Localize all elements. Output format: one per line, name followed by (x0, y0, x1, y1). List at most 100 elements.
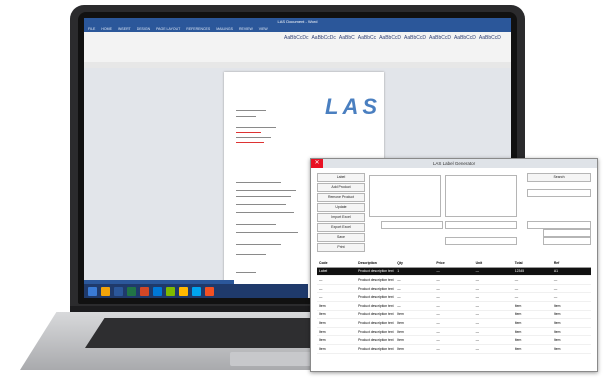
style-preset[interactable]: AaBbCc (358, 35, 376, 47)
text-line (236, 254, 266, 255)
search-input[interactable] (527, 189, 591, 197)
dialog-action-button[interactable]: Update (317, 203, 365, 212)
browser-icon[interactable] (153, 286, 162, 296)
field-input[interactable] (445, 221, 517, 229)
table-cell: — (551, 292, 591, 302)
column-header[interactable]: Price (434, 259, 474, 268)
app-icon[interactable] (179, 286, 188, 296)
table-cell: Item (512, 310, 552, 320)
app-icon[interactable] (192, 286, 201, 296)
dialog-action-button[interactable]: Export Excel (317, 223, 365, 232)
text-line (236, 224, 276, 225)
close-button[interactable]: ✕ (311, 159, 323, 168)
las-logo: LAS (324, 94, 380, 120)
table-cell: Product description text (356, 267, 396, 277)
table-row[interactable]: Item Product description text Item — — Item It… (317, 327, 591, 337)
table-cell: — (473, 267, 513, 277)
table-row[interactable]: Item Product description text — — — Item Item (317, 301, 591, 311)
info-box (445, 175, 517, 217)
table-cell: Product description text (356, 335, 396, 345)
table-cell: Item (512, 344, 552, 354)
app-icon[interactable] (166, 286, 175, 296)
table-cell: Product description text (356, 301, 396, 311)
table-cell: Item (551, 335, 591, 345)
table-cell: 12345 (512, 267, 552, 277)
table-cell: — (317, 275, 357, 285)
option-input[interactable] (543, 229, 591, 237)
dialog-action-button[interactable]: Print (317, 243, 365, 252)
table-row[interactable]: — Product description text — — — — — (317, 284, 591, 294)
word-icon[interactable] (114, 286, 123, 296)
table-cell: — (395, 292, 435, 302)
table-cell: Item (551, 344, 591, 354)
table-cell: Item (395, 344, 435, 354)
app-icon[interactable] (205, 286, 214, 296)
dialog-action-button[interactable]: Add Product (317, 183, 365, 192)
dialog-action-button[interactable]: Save (317, 233, 365, 242)
style-preset[interactable]: AaBbCcD (429, 35, 451, 47)
style-preset[interactable]: AaBbCcD (479, 35, 501, 47)
table-cell: — (473, 301, 513, 311)
option-input[interactable] (543, 237, 591, 245)
excel-icon[interactable] (127, 286, 136, 296)
column-header[interactable]: Total (512, 259, 552, 268)
table-cell: — (512, 275, 552, 285)
style-preset[interactable]: AaBbCcDc (284, 35, 308, 47)
style-preset[interactable]: AaBbCcD (379, 35, 401, 47)
table-cell: Product description text (356, 284, 396, 294)
text-line (236, 212, 294, 213)
table-cell: Item (317, 327, 357, 337)
field-input[interactable] (381, 221, 443, 229)
style-preset[interactable]: AaBbCcD (454, 35, 476, 47)
field-input[interactable] (445, 237, 517, 245)
table-row[interactable]: — Product description text — — — — — (317, 292, 591, 302)
table-row[interactable]: Item Product description text Item — — Item It… (317, 344, 591, 354)
option-input[interactable] (527, 221, 591, 229)
style-preset[interactable]: AaBbCcDc (311, 35, 335, 47)
column-header[interactable]: Qty (395, 259, 435, 268)
start-icon[interactable] (88, 286, 97, 296)
powerpoint-icon[interactable] (140, 286, 149, 296)
preview-box (369, 175, 441, 217)
table-cell: — (512, 284, 552, 294)
table-cell: Item (395, 327, 435, 337)
table-cell: Item (317, 344, 357, 354)
style-preset[interactable]: AaBbC (339, 35, 355, 47)
search-button[interactable]: Search (527, 173, 591, 182)
table-row[interactable]: Label Product description text 1— —12345 A1 (317, 267, 591, 277)
column-header[interactable]: Code (317, 259, 357, 268)
table-cell: Label (317, 267, 357, 277)
text-line (236, 116, 256, 117)
column-header[interactable]: Description (356, 259, 396, 268)
table-cell: 1 (395, 267, 435, 277)
table-cell: — (317, 292, 357, 302)
table-cell: — (473, 310, 513, 320)
table-cell: Item (395, 310, 435, 320)
table-row[interactable]: Item Product description text Item — — Item It… (317, 318, 591, 328)
table-row[interactable]: Item Product description text Item — — Item It… (317, 310, 591, 320)
products-grid: Code Description Qty Price Unit Total Ref Label… (317, 259, 591, 367)
column-header[interactable]: Unit (473, 259, 513, 268)
table-cell: — (395, 301, 435, 311)
table-cell: Product description text (356, 318, 396, 328)
text-line (236, 110, 266, 111)
style-preset[interactable]: AaBbCcD (404, 35, 426, 47)
column-header[interactable]: Ref (551, 259, 591, 268)
table-cell: Item (317, 318, 357, 328)
explorer-icon[interactable] (101, 286, 110, 296)
table-cell: — (473, 292, 513, 302)
table-cell: — (434, 318, 474, 328)
table-cell: — (434, 267, 474, 277)
dialog-action-button[interactable]: Label (317, 173, 365, 182)
windows-taskbar (84, 284, 308, 298)
table-cell: Item (512, 335, 552, 345)
table-cell: Item (551, 301, 591, 311)
table-cell: — (551, 275, 591, 285)
table-cell: Item (551, 318, 591, 328)
dialog-action-button[interactable]: Remove Product (317, 193, 365, 202)
dialog-action-button[interactable]: Import Excel (317, 213, 365, 222)
table-cell: Item (551, 327, 591, 337)
table-row[interactable]: — Product description text — — — — — (317, 275, 591, 285)
logo-letter: S (362, 94, 380, 119)
table-row[interactable]: Item Product description text Item — — Item It… (317, 335, 591, 345)
